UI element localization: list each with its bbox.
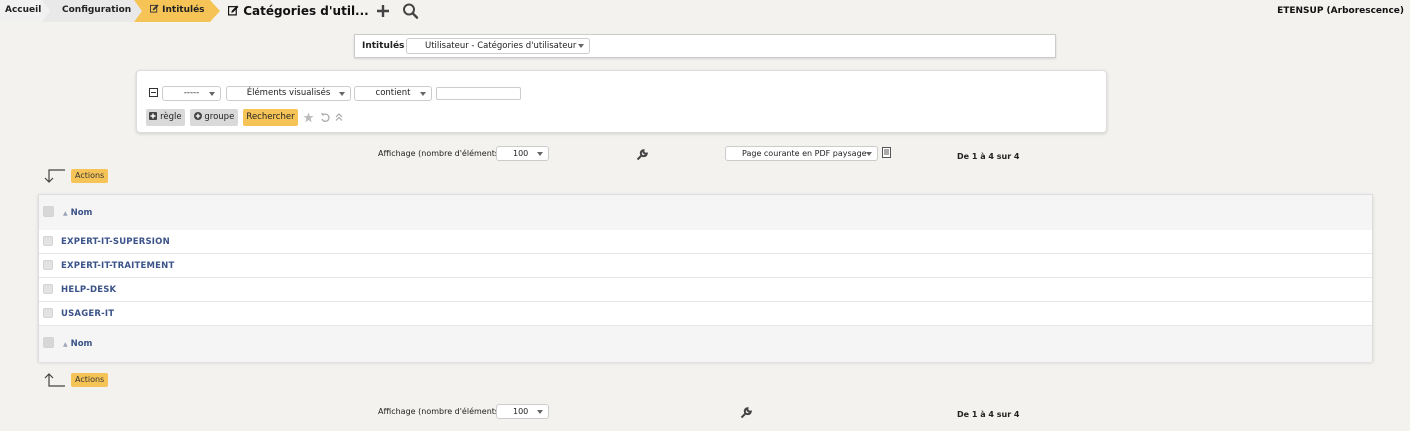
page-title-text: Catégories d'util...	[243, 4, 369, 18]
row-name-link[interactable]: EXPERT-IT-TRAITEMENT	[61, 261, 175, 271]
wrench-icon[interactable]	[636, 149, 648, 164]
row-name-link[interactable]: EXPERT-IT-SUPERSION	[61, 237, 170, 247]
intitules-select-value: Utilisateur - Catégories d'utilisateur	[425, 41, 577, 51]
display-count-label-bottom: Affichage (nombre d'éléments)	[378, 407, 503, 416]
arrow-up-left-icon	[43, 372, 67, 391]
caret-down-icon	[420, 92, 426, 96]
wrench-icon[interactable]	[740, 407, 752, 422]
caret-down-icon	[866, 152, 872, 156]
edit-icon	[227, 4, 243, 18]
chevron-double-up-icon[interactable]	[335, 112, 343, 125]
result-count: De 1 à 4 sur 4	[957, 152, 1020, 161]
per-page-value: 100	[513, 149, 529, 158]
intitules-panel: Intitulés Utilisateur - Catégories d'uti…	[354, 34, 1056, 58]
export-file-icon[interactable]	[882, 147, 891, 161]
field-select[interactable]: -----	[162, 86, 221, 101]
breadcrumb-home[interactable]: Accueil	[0, 0, 52, 22]
add-group-label: groupe	[204, 112, 235, 122]
sort-asc-icon: ▲	[63, 210, 68, 217]
edit-icon	[150, 4, 162, 15]
actions-button-top[interactable]: Actions	[71, 169, 109, 183]
export-select-value: Page courante en PDF paysage	[742, 149, 867, 158]
select-all-checkbox[interactable]	[43, 206, 54, 217]
caret-down-icon	[209, 92, 215, 96]
add-rule-button[interactable]: règle	[146, 109, 185, 126]
plus-square-icon	[149, 112, 160, 122]
caret-down-icon	[537, 410, 543, 414]
breadcrumb-configuration[interactable]: Configuration	[42, 0, 144, 22]
display-count-label: Affichage (nombre d'éléments)	[378, 149, 503, 158]
arrow-down-left-icon	[43, 168, 67, 187]
results-table: ▲ Nom EXPERT-IT-SUPERSION EXPERT-IT-TRAI…	[38, 194, 1373, 362]
search-button[interactable]: Rechercher	[243, 109, 298, 126]
export-select[interactable]: Page courante en PDF paysage	[725, 146, 878, 161]
search-panel: ----- Éléments visualisés contient règle…	[136, 70, 1107, 133]
row-checkbox[interactable]	[43, 236, 53, 246]
per-page-select[interactable]: 100	[496, 146, 549, 161]
breadcrumb-current-label: Intitulés	[162, 5, 205, 15]
caret-down-icon	[537, 152, 543, 156]
table-row[interactable]: EXPERT-IT-SUPERSION	[39, 230, 1372, 254]
intitules-select[interactable]: Utilisateur - Catégories d'utilisateur	[406, 38, 590, 54]
site-name[interactable]: ETENSUP (Arborescence)	[1277, 6, 1404, 16]
search-value-input[interactable]	[436, 87, 521, 100]
row-checkbox[interactable]	[43, 260, 53, 270]
criteria-select-value: Éléments visualisés	[246, 88, 331, 98]
add-rule-label: règle	[160, 112, 182, 122]
actions-button-bottom[interactable]: Actions	[71, 373, 109, 387]
operator-select[interactable]: contient	[354, 86, 432, 101]
row-checkbox[interactable]	[43, 284, 53, 294]
intitules-label: Intitulés	[362, 41, 405, 51]
star-icon[interactable]	[303, 112, 314, 126]
plus-circle-icon	[193, 112, 205, 122]
add-group-button[interactable]: groupe	[190, 109, 238, 126]
row-name-link[interactable]: HELP-DESK	[61, 285, 116, 295]
select-all-checkbox-footer[interactable]	[43, 337, 54, 348]
table-row[interactable]: HELP-DESK	[39, 278, 1372, 302]
row-name-link[interactable]: USAGER-IT	[61, 309, 114, 319]
per-page-value-bottom: 100	[513, 407, 529, 416]
column-nom-footer[interactable]: ▲ Nom	[63, 339, 92, 349]
undo-icon[interactable]	[320, 112, 330, 125]
criteria-select[interactable]: Éléments visualisés	[226, 86, 351, 101]
table-row[interactable]: USAGER-IT	[39, 302, 1372, 326]
row-checkbox[interactable]	[43, 308, 53, 318]
sort-asc-icon: ▲	[63, 341, 68, 348]
column-nom-footer-label: Nom	[70, 339, 93, 349]
page-title: Catégories d'util...	[227, 2, 369, 20]
table-footer: ▲ Nom	[39, 326, 1372, 362]
table-row[interactable]: EXPERT-IT-TRAITEMENT	[39, 254, 1372, 278]
operator-select-value: contient	[375, 88, 411, 98]
caret-down-icon	[578, 44, 584, 48]
plus-icon[interactable]	[375, 1, 393, 21]
table-header: ▲ Nom	[39, 195, 1372, 231]
column-nom-label: Nom	[70, 208, 93, 218]
breadcrumb-current[interactable]: Intitulés	[134, 0, 220, 22]
magnifier-icon[interactable]	[402, 1, 420, 21]
per-page-select-bottom[interactable]: 100	[496, 404, 549, 419]
result-count-bottom: De 1 à 4 sur 4	[957, 410, 1020, 419]
caret-down-icon	[339, 92, 345, 96]
collapse-icon[interactable]	[149, 88, 158, 100]
column-nom[interactable]: ▲ Nom	[63, 208, 92, 218]
field-select-value: -----	[183, 88, 200, 98]
